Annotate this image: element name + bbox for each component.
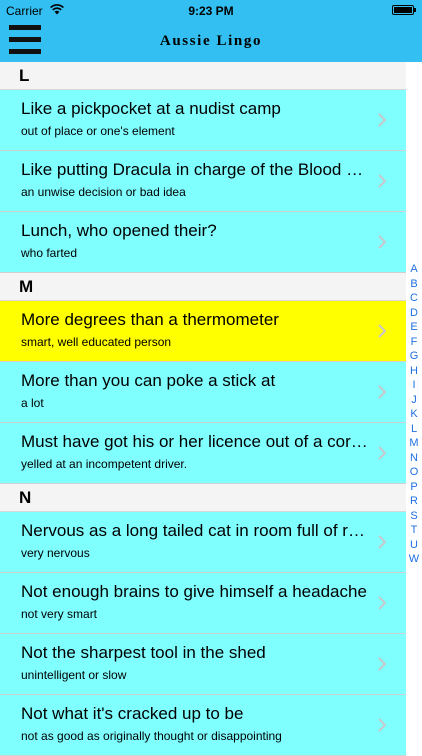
phrase-list[interactable]: L Like a pickpocket at a nudist camp out o…	[0, 62, 406, 756]
battery-icon	[392, 5, 416, 15]
phrase-row[interactable]: Not what it's cracked up to be not as goo…	[0, 695, 406, 756]
page-title: Aussie Lingo	[159, 33, 263, 49]
phrase-title: Like a pickpocket at a nudist camp	[21, 99, 281, 118]
phrase-title: Not the sharpest tool in the shed	[21, 643, 266, 662]
index-letter-p[interactable]: P	[406, 480, 422, 495]
phrase-row[interactable]: Nervous as a long tailed cat in room ful…	[0, 512, 406, 573]
index-letter-j[interactable]: J	[406, 393, 422, 408]
phrase-title: More than you can poke a stick at	[21, 371, 276, 390]
phrase-meaning: who farted	[21, 246, 78, 260]
index-letter-w[interactable]: W	[406, 552, 422, 567]
chevron-right-icon	[378, 718, 387, 732]
index-letter-l[interactable]: L	[406, 422, 422, 437]
phrase-row[interactable]: Not enough brains to give himself a head…	[0, 573, 406, 634]
index-letter-k[interactable]: K	[406, 407, 422, 422]
section-index[interactable]: ABCDEFGHIJKLMNOPRSTUW	[406, 262, 422, 567]
index-letter-c[interactable]: C	[406, 291, 422, 306]
chevron-right-icon	[378, 174, 387, 188]
index-letter-t[interactable]: T	[406, 523, 422, 538]
index-letter-e[interactable]: E	[406, 320, 422, 335]
phrase-title: Lunch, who opened their?	[21, 221, 217, 240]
clock: 9:23 PM	[188, 4, 234, 18]
index-letter-i[interactable]: I	[406, 378, 422, 393]
index-letter-b[interactable]: B	[406, 277, 422, 292]
section-header-m: M	[0, 273, 406, 301]
index-letter-d[interactable]: D	[406, 306, 422, 321]
phrase-meaning: a lot	[21, 396, 44, 410]
phrase-meaning: smart, well educated person	[21, 335, 172, 349]
index-letter-m[interactable]: M	[406, 436, 422, 451]
chevron-right-icon	[378, 324, 387, 338]
chevron-right-icon	[378, 385, 387, 399]
chevron-right-icon	[378, 446, 387, 460]
phrase-meaning: very nervous	[21, 546, 90, 560]
section-header-n: N	[0, 484, 406, 512]
phrase-row[interactable]: Must have got his or her licence out of …	[0, 423, 406, 484]
phrase-title: Must have got his or her licence out of …	[21, 432, 371, 451]
chevron-right-icon	[378, 657, 387, 671]
phrase-row[interactable]: Lunch, who opened their? who farted	[0, 212, 406, 273]
index-letter-n[interactable]: N	[406, 451, 422, 466]
chevron-right-icon	[378, 113, 387, 127]
index-letter-h[interactable]: H	[406, 364, 422, 379]
phrase-row[interactable]: Like a pickpocket at a nudist camp out of…	[0, 90, 406, 151]
status-bar: Carrier 9:23 PM	[0, 0, 422, 22]
phrase-meaning: unintelligent or slow	[21, 668, 127, 682]
index-letter-a[interactable]: A	[406, 262, 422, 277]
navigation-bar: Carrier 9:23 PM Aussie Lingo	[0, 0, 422, 62]
phrase-meaning: out of place or one's element	[21, 124, 175, 138]
chevron-right-icon	[378, 596, 387, 610]
phrase-title: Not what it's cracked up to be	[21, 704, 244, 723]
index-letter-s[interactable]: S	[406, 509, 422, 524]
index-letter-g[interactable]: G	[406, 349, 422, 364]
index-letter-o[interactable]: O	[406, 465, 422, 480]
chevron-right-icon	[378, 235, 387, 249]
phrase-row[interactable]: More than you can poke a stick at a lot	[0, 362, 406, 423]
index-letter-f[interactable]: F	[406, 335, 422, 350]
menu-bar-line	[9, 25, 41, 30]
phrase-title: Nervous as a long tailed cat in room ful…	[21, 521, 371, 540]
chevron-right-icon	[378, 535, 387, 549]
phrase-title: More degrees than a thermometer	[21, 310, 279, 329]
phrase-meaning: not very smart	[21, 607, 98, 621]
phrase-meaning: an unwise decision or bad idea	[21, 185, 186, 199]
phrase-title: Like putting Dracula in charge of the Bl…	[21, 160, 371, 179]
index-letter-u[interactable]: U	[406, 538, 422, 553]
index-letter-r[interactable]: R	[406, 494, 422, 509]
phrase-row[interactable]: Like putting Dracula in charge of the Bl…	[0, 151, 406, 212]
phrase-row[interactable]: Not the sharpest tool in the shed unintel…	[0, 634, 406, 695]
phrase-meaning: not as good as originally thought or dis…	[21, 729, 282, 743]
phrase-row[interactable]: More degrees than a thermometer smart, we…	[0, 301, 406, 362]
phrase-title: Not enough brains to give himself a head…	[21, 582, 367, 601]
section-header-l: L	[0, 62, 406, 90]
phrase-meaning: yelled at an incompetent driver.	[21, 457, 188, 471]
